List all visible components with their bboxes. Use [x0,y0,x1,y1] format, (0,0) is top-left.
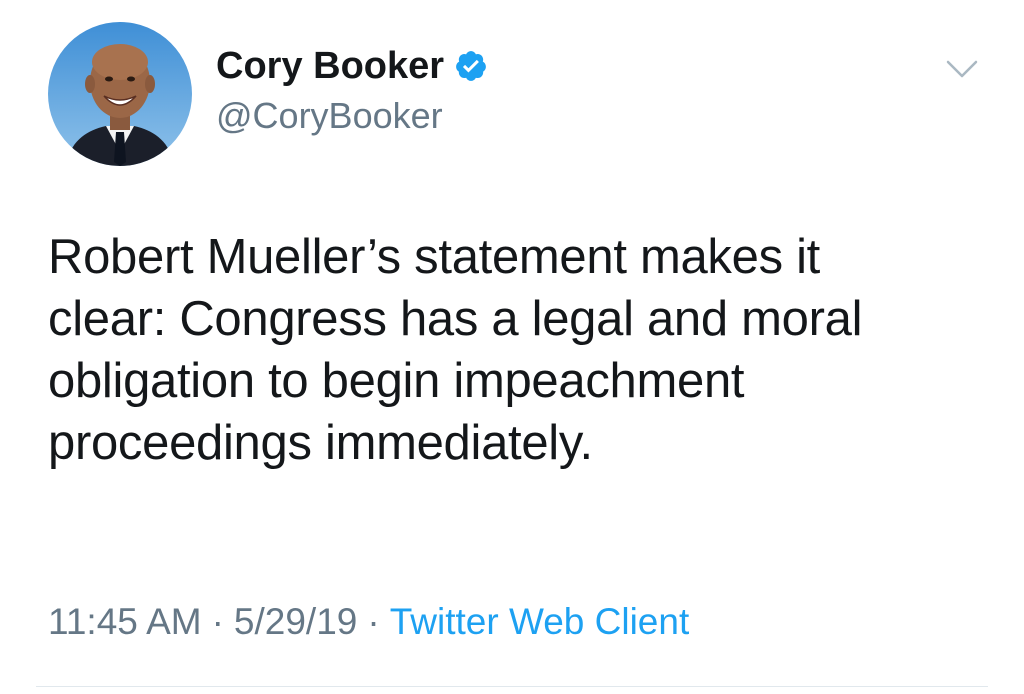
avatar-photo-icon [48,22,192,166]
tweet-card: Cory Booker @CoryBooker Robert Mueller’s… [0,0,1024,694]
tweet-date[interactable]: 5/29/19 [234,601,357,642]
verified-badge-icon [456,51,486,81]
tweet-text-line: Robert Mueller’s statement makes it [48,230,820,284]
author-name-row: Cory Booker [216,44,488,88]
tweet-time[interactable]: 11:45 AM [48,601,202,642]
author-handle[interactable]: @CoryBooker [216,96,443,136]
tweet-text-line: proceedings immediately. [48,416,593,470]
author-avatar[interactable] [48,22,192,166]
chevron-down-icon[interactable] [944,58,980,80]
tweet-client-link[interactable]: Twitter Web Client [390,601,690,642]
meta-separator: · [367,601,380,642]
tweet-text-line: obligation to begin impeachment [48,354,745,408]
tweet-meta: 11:45 AM · 5/29/19 · Twitter Web Client [48,600,689,644]
tweet-text-line: clear: Congress has a legal and moral [48,292,863,346]
tweet-text: Robert Mueller’s statement makes it clea… [48,226,988,474]
divider [36,686,988,687]
author-display-name[interactable]: Cory Booker [216,44,444,88]
meta-separator: · [211,601,224,642]
